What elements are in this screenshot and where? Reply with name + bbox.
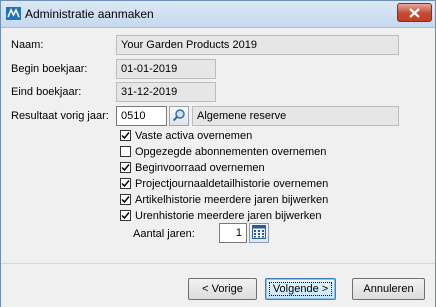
window-title: Administratie aanmaken (25, 7, 154, 21)
checkbox[interactable] (120, 146, 131, 157)
aantal-jaren-label: Aantal jaren: (133, 228, 195, 240)
resultaat-code-input[interactable]: 0510 (116, 106, 167, 126)
checkbox[interactable] (120, 130, 131, 141)
option-opgezegde-abonnementen[interactable]: Opgezegde abonnementen overnemen (120, 144, 326, 159)
resultaat-description-field: Algemene reserve (192, 106, 399, 126)
aantal-jaren-picker-button[interactable] (249, 223, 269, 243)
option-label: Beginvoorraad overnemen (135, 161, 265, 174)
eind-boekjaar-field[interactable]: 31-12-2019 (116, 82, 216, 102)
next-button[interactable]: Volgende > (265, 278, 336, 300)
option-beginvoorraad[interactable]: Beginvoorraad overnemen (120, 160, 265, 175)
checkbox[interactable] (120, 194, 131, 205)
eind-boekjaar-label: Eind boekjaar: (11, 86, 82, 98)
option-label: Opgezegde abonnementen overnemen (135, 145, 327, 158)
option-label: Projectjournaaldetailhistorie overnemen (135, 177, 329, 190)
close-icon (409, 7, 420, 18)
button-bar: < Vorige Volgende > Annuleren (1, 263, 435, 307)
previous-button-label: < Vorige (202, 283, 243, 295)
resultaat-search-button[interactable] (169, 106, 189, 126)
cancel-button[interactable]: Annuleren (352, 278, 425, 300)
naam-field[interactable]: Your Garden Products 2019 (116, 35, 399, 55)
option-vaste-activa[interactable]: Vaste activa overnemen (120, 128, 252, 143)
begin-boekjaar-label: Begin boekjaar: (11, 63, 88, 75)
option-urenhistorie[interactable]: Urenhistorie meerdere jaren bijwerken (120, 208, 321, 223)
option-artikelhistorie[interactable]: Artikelhistorie meerdere jaren bijwerken (120, 192, 328, 207)
cancel-button-label: Annuleren (363, 283, 414, 295)
checkbox[interactable] (120, 178, 131, 189)
aantal-jaren-input[interactable]: 1 (219, 223, 247, 243)
previous-button[interactable]: < Vorige (188, 278, 257, 300)
magnifier-icon (172, 108, 186, 125)
begin-boekjaar-field[interactable]: 01-01-2019 (116, 59, 216, 79)
checkbox[interactable] (120, 210, 131, 221)
dialog-window: Administratie aanmaken Naam: Your Garden… (0, 0, 436, 307)
checkbox[interactable] (120, 162, 131, 173)
option-label: Urenhistorie meerdere jaren bijwerken (135, 209, 322, 222)
naam-label: Naam: (11, 39, 44, 51)
title-bar: Administratie aanmaken (1, 1, 435, 28)
close-button[interactable] (397, 3, 432, 22)
next-button-label: Volgende > (268, 282, 333, 296)
option-label: Artikelhistorie meerdere jaren bijwerken (135, 193, 329, 206)
app-logo-icon (6, 7, 21, 20)
resultaat-label: Resultaat vorig jaar: (11, 110, 109, 122)
option-projectjournaal[interactable]: Projectjournaaldetailhistorie overnemen (120, 176, 328, 191)
form-panel: Naam: Your Garden Products 2019 Begin bo… (6, 29, 430, 259)
option-label: Vaste activa overnemen (135, 129, 253, 142)
calculator-icon (252, 224, 266, 242)
